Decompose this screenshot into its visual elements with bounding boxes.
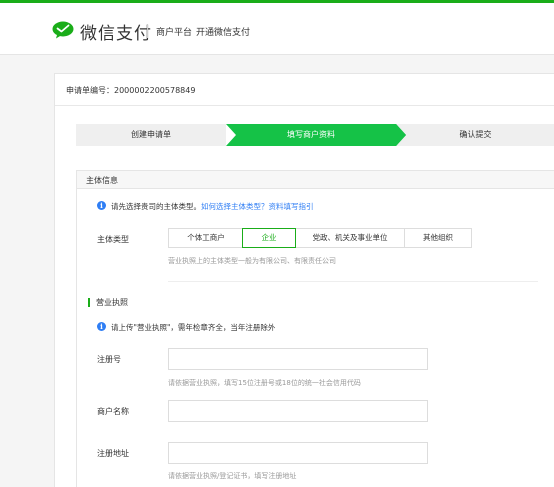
section-header: 主体信息 [77,171,554,189]
type-option-other[interactable]: 其他组织 [404,228,472,248]
registration-number-label: 注册号 [97,355,121,364]
fill-guide-link[interactable]: 资料填写指引 [269,202,314,211]
progress-steps: 创建申请单 确认提交 填写商户资料 [76,124,554,146]
license-title: 营业执照 [96,298,128,307]
merchant-name-input[interactable] [168,400,428,422]
registered-address-hint: 请依据营业执照/登记证书，填写注册地址 [168,472,297,480]
subject-tip-text: 请先选择贵司的主体类型。 [111,202,201,211]
info-icon: i [97,322,106,331]
type-option-enterprise[interactable]: 企业 [242,228,296,248]
brand-name[interactable]: 微信支付 [80,19,152,44]
license-title-marker [88,298,90,307]
section-divider [168,281,538,282]
application-number: 申请单编号：2000002200578849 [66,86,196,95]
registration-number-hint: 请依据营业执照，填写15位注册号或18位的统一社会信用代码 [168,379,361,387]
step-label: 确认提交 [459,130,492,139]
step-confirm-submit: 确认提交 [396,124,554,146]
step-create-application: 创建申请单 [76,124,226,146]
header-separator [147,24,148,38]
subject-type-label: 主体类型 [97,235,129,244]
step-label: 填写商户资料 [287,130,335,139]
merchant-name-label: 商户名称 [97,407,129,416]
page-title: 开通微信支付 [196,28,251,38]
subject-tip: 请先选择贵司的主体类型。如何选择主体类型？资料填写指引 [111,201,314,212]
header: 微信支付 商户平台 开通微信支付 [0,3,554,55]
merchant-platform-link[interactable]: 商户平台 [156,25,192,38]
application-number-row: 申请单编号：2000002200578849 [55,74,554,106]
type-option-individual[interactable]: 个体工商户 [168,228,244,248]
step-label: 创建申请单 [131,130,171,139]
wechat-pay-logo-icon[interactable] [52,21,74,39]
application-card: 申请单编号：2000002200578849 创建申请单 确认提交 填写商户资料… [54,73,554,487]
type-option-government[interactable]: 党政、机关及事业单位 [294,228,406,248]
section-title: 主体信息 [86,176,118,185]
registered-address-input[interactable] [168,442,428,464]
registration-number-input[interactable] [168,348,428,370]
how-to-choose-link[interactable]: 如何选择主体类型？ [201,202,269,211]
info-icon: i [97,201,106,210]
subject-type-hint: 营业执照上的主体类型一般为有限公司、有限责任公司 [168,257,336,265]
step-fill-merchant-info: 填写商户资料 [226,124,406,146]
subject-info-section: 主体信息 i 请先选择贵司的主体类型。如何选择主体类型？资料填写指引 主体类型 … [76,170,554,487]
registered-address-label: 注册地址 [97,449,129,458]
license-tip: 请上传"营业执照"，需年检章齐全，当年注册除外 [111,323,276,332]
